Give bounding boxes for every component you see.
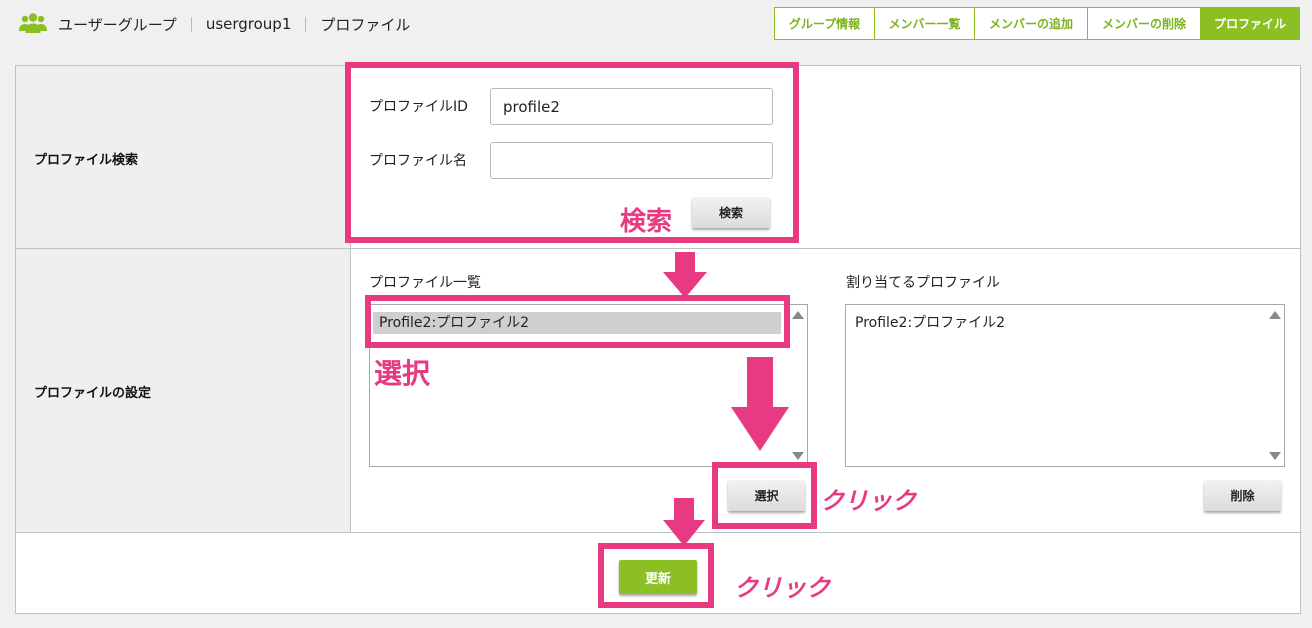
down-arrow-icon [731,357,789,451]
profile-search-label: プロファイル検索 [34,153,139,168]
list-item-highlight-box [365,295,790,348]
breadcrumb-section: ユーザーグループ [58,15,177,34]
profile-list-label: プロファイル一覧 [369,275,481,291]
label-column [16,66,351,533]
click-annotation: クリック [820,487,916,515]
delete-button[interactable]: 削除 [1204,480,1281,511]
row-divider [16,532,1300,533]
scroll-down-icon[interactable] [1269,452,1281,460]
breadcrumb-group-id: usergroup1 [205,15,292,33]
tab-delete-member[interactable]: メンバーの削除 [1087,7,1201,40]
down-arrow-icon [663,252,707,298]
search-highlight-box [345,62,799,243]
breadcrumb-separator [305,16,307,32]
scroll-up-icon[interactable] [1269,311,1281,319]
search-annotation: 検索 [620,207,673,237]
assigned-profiles-box[interactable]: Profile2:プロファイル2 [845,304,1285,467]
list-item[interactable]: Profile2:プロファイル2 [849,312,1249,334]
tab-bar: グループ情報 メンバー一覧 メンバーの追加 メンバーの削除 プロファイル [774,7,1300,40]
tab-member-list[interactable]: メンバー一覧 [874,7,975,40]
tab-profile[interactable]: プロファイル [1200,7,1300,40]
scroll-up-icon[interactable] [792,311,804,319]
tab-add-member[interactable]: メンバーの追加 [974,7,1088,40]
breadcrumb: ユーザーグループ usergroup1 プロファイル [58,13,410,35]
click-annotation: クリック [734,574,830,602]
page-title: プロファイル [320,15,411,34]
user-group-icon [19,13,47,33]
tab-group-info[interactable]: グループ情報 [774,7,875,40]
profile-settings-label: プロファイルの設定 [34,386,152,401]
row-divider [16,248,1300,249]
update-button-highlight-box [598,543,714,608]
scroll-down-icon[interactable] [792,452,804,460]
select-button-highlight-box [712,462,817,529]
breadcrumb-separator [190,16,192,32]
select-annotation: 選択 [374,357,431,390]
assigned-profiles-label: 割り当てるプロファイル [846,275,1000,291]
down-arrow-icon [663,498,705,546]
